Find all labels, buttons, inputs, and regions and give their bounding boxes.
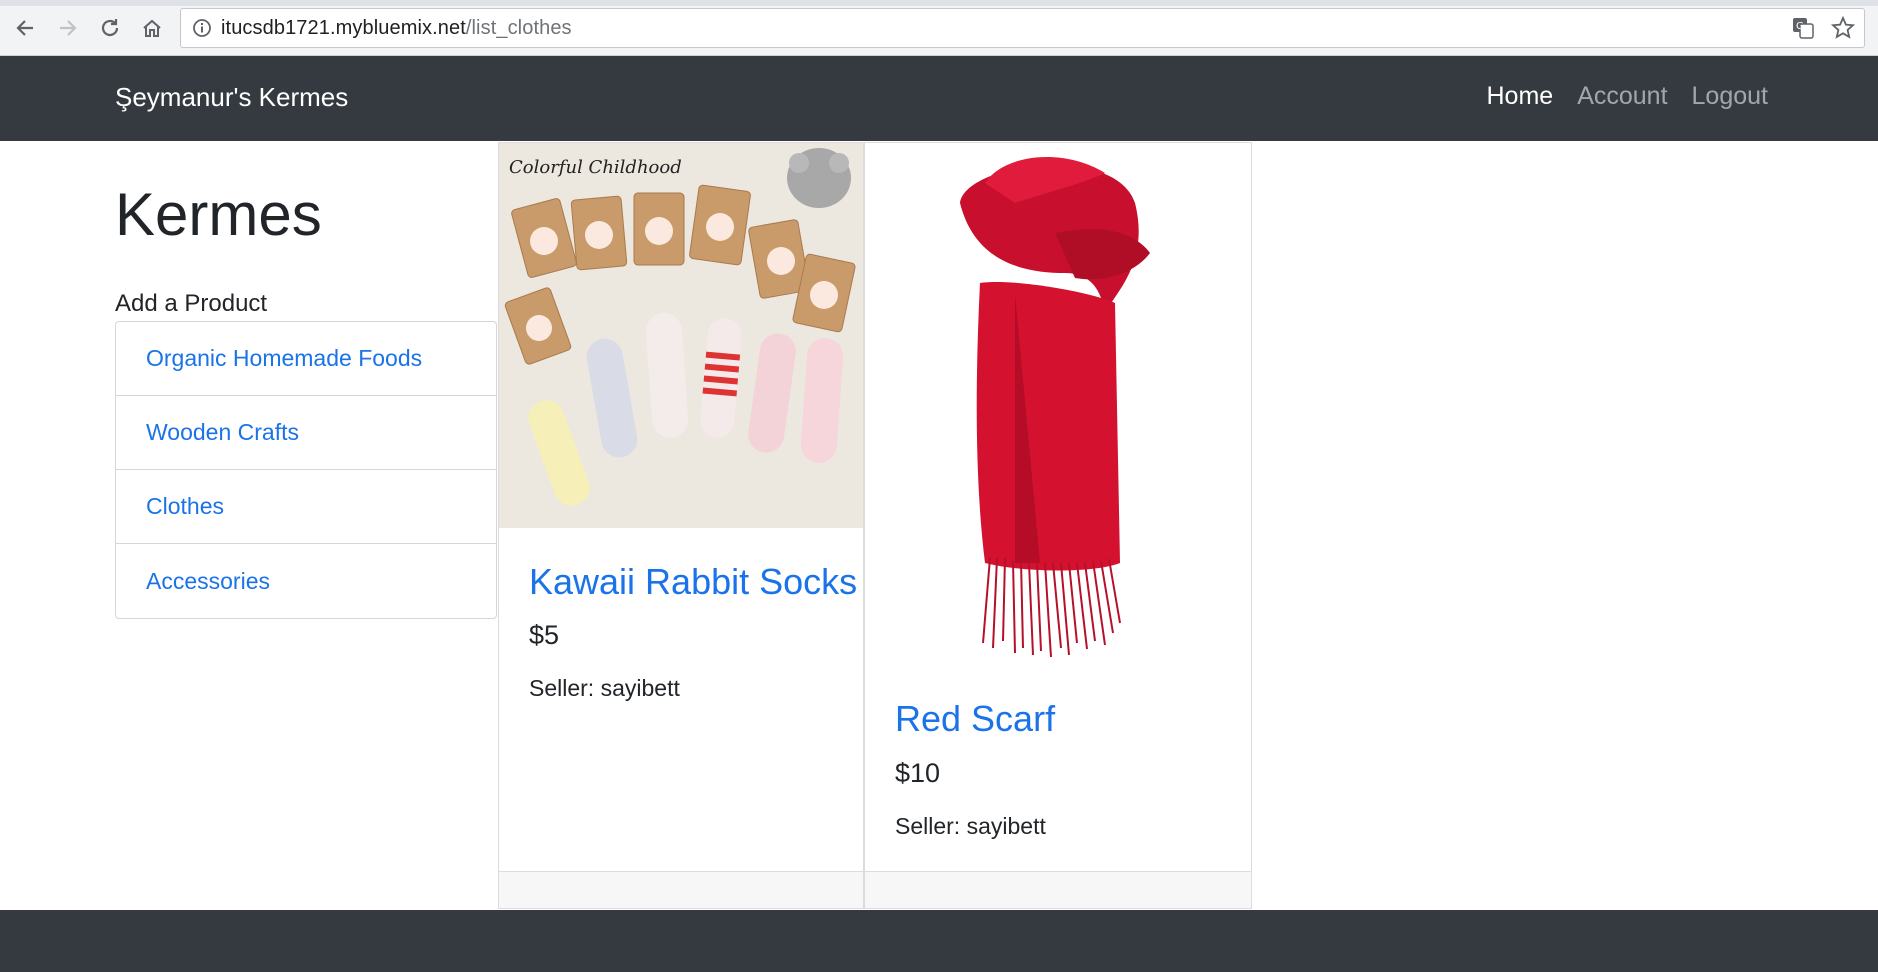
info-icon[interactable] — [191, 17, 213, 39]
home-icon[interactable] — [137, 10, 167, 46]
product-seller: Seller: sayibett — [529, 675, 680, 701]
brand-link[interactable]: Şeymanur's Kermes — [115, 82, 348, 113]
translate-icon[interactable]: G — [1790, 15, 1816, 41]
product-title-link[interactable]: Red Scarf — [895, 698, 1055, 740]
url-path: /list_clothes — [465, 16, 572, 39]
nav-home-link[interactable]: Home — [1487, 82, 1554, 111]
product-card: Red Scarf $10 Seller: sayibett — [864, 142, 1252, 909]
product-seller: Seller: sayibett — [895, 813, 1046, 839]
nav-logout-link[interactable]: Logout — [1692, 82, 1768, 111]
tab-strip — [0, 0, 1878, 6]
page-title: Kermes — [115, 181, 322, 248]
star-icon[interactable] — [1830, 15, 1856, 41]
reload-icon[interactable] — [95, 10, 125, 46]
product-price: $10 — [895, 758, 941, 788]
category-accessories[interactable]: Accessories — [116, 544, 496, 618]
product-image-socks[interactable]: Colorful Childhood — [499, 143, 863, 528]
product-title-link[interactable]: Kawaii Rabbit Socks — [529, 561, 857, 603]
product-price: $5 — [529, 620, 560, 650]
forward-icon[interactable] — [53, 10, 83, 46]
category-list: Organic Homemade Foods Wooden Crafts Clo… — [115, 321, 497, 619]
add-product-label: Add a Product — [115, 290, 268, 317]
back-icon[interactable] — [10, 10, 40, 46]
address-bar[interactable]: itucsdb1721.mybluemix.net/list_clothes G — [180, 8, 1865, 48]
url-text: itucsdb1721.mybluemix.net/list_clothes — [221, 17, 572, 40]
browser-toolbar: itucsdb1721.mybluemix.net/list_clothes G — [0, 0, 1878, 56]
url-host: itucsdb1721.mybluemix.net — [221, 16, 466, 39]
category-clothes[interactable]: Clothes — [116, 470, 496, 544]
image-caption: Colorful Childhood — [509, 157, 682, 178]
product-image-scarf[interactable] — [865, 143, 1251, 668]
page-footer — [0, 910, 1878, 972]
category-wooden-crafts[interactable]: Wooden Crafts — [116, 396, 496, 470]
product-card: Colorful Childhood Kawaii Rabbit Socks $… — [498, 142, 864, 909]
site-navbar: Şeymanur's Kermes Home Account Logout — [0, 56, 1878, 141]
card-footer — [865, 871, 1251, 908]
nav-links: Home Account Logout — [1487, 82, 1769, 111]
card-footer — [499, 871, 863, 908]
nav-account-link[interactable]: Account — [1577, 82, 1667, 111]
svg-text:G: G — [1796, 21, 1804, 32]
category-organic-homemade-foods[interactable]: Organic Homemade Foods — [116, 322, 496, 396]
